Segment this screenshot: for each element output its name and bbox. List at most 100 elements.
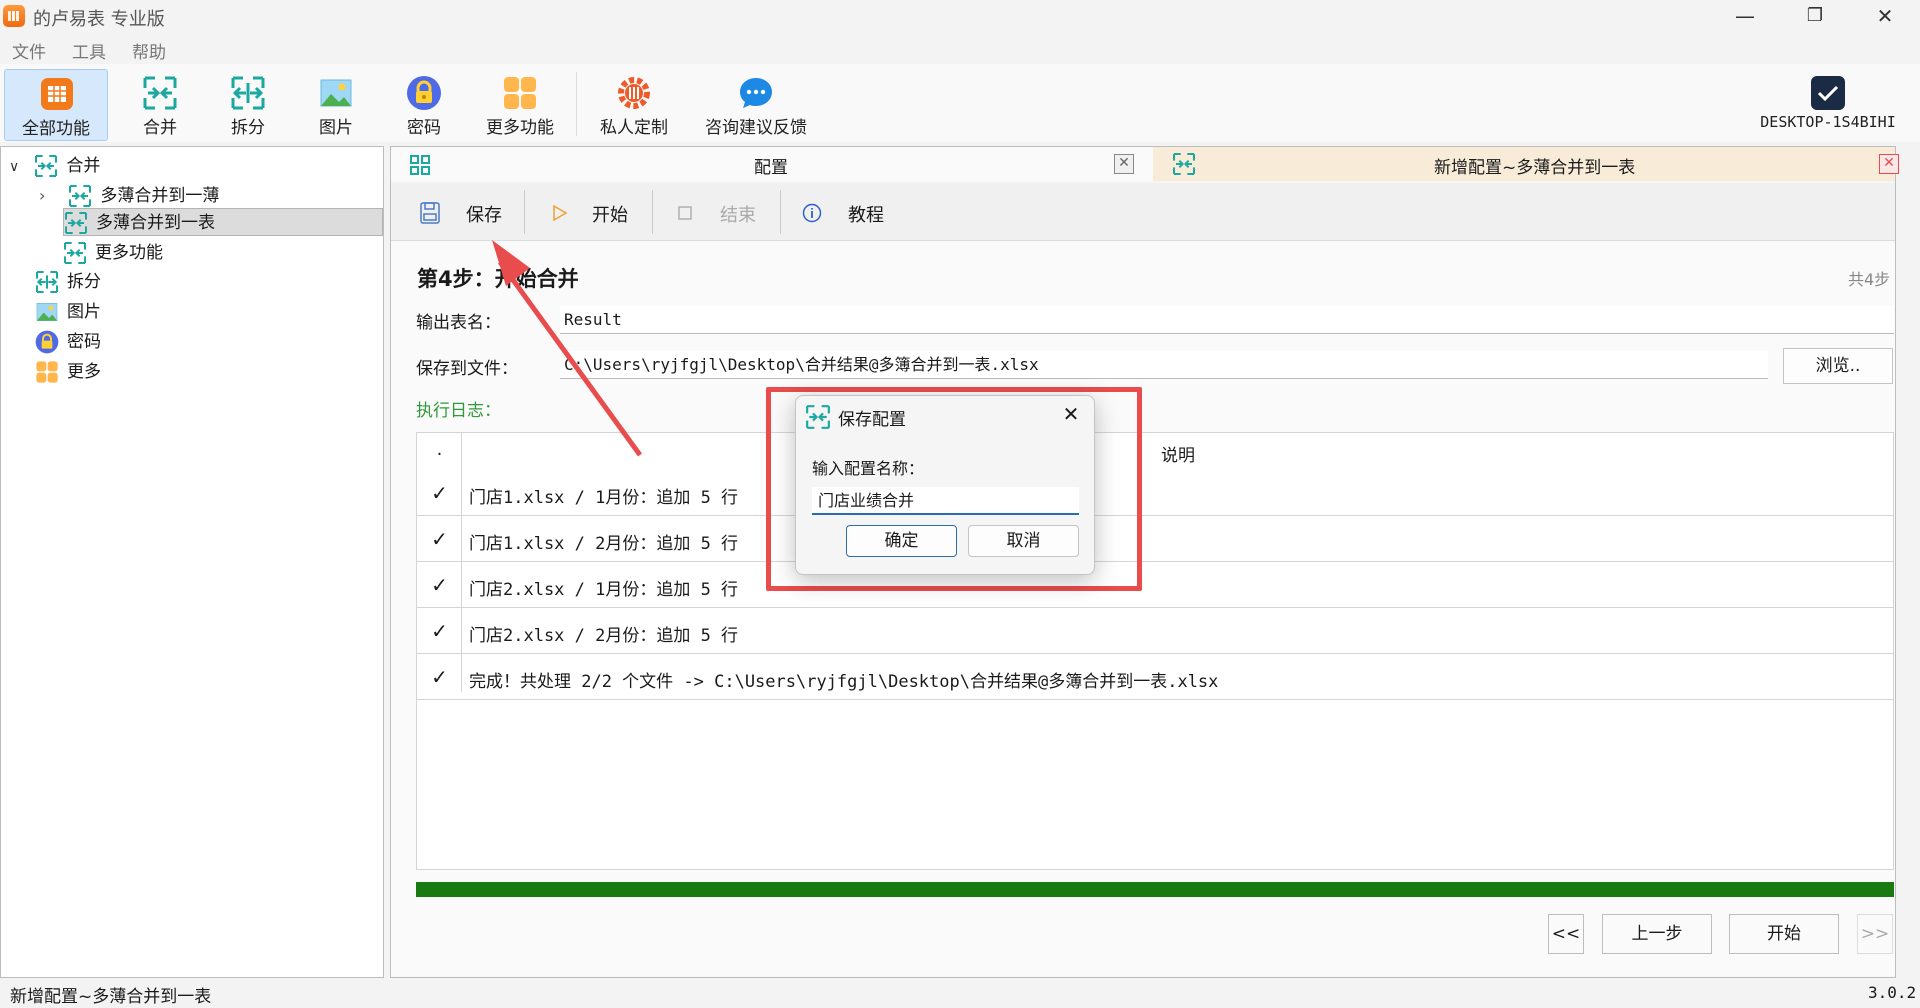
tab-new-config-label: 新增配置~多薄合并到一表 [1434,158,1636,178]
ribbon-feedback-button[interactable]: 咨询建议反馈 [694,69,818,141]
log-message: 门店2.xlsx / 1月份：追加 5 行 [469,580,739,600]
ribbon-separator [576,72,577,136]
ribbon-label: 更多功能 [486,118,554,138]
tree-node-label: 更多 [67,362,101,382]
stop-button[interactable]: 结束 [668,196,778,230]
log-message: 完成！共处理 2/2 个文件 -> C:\Users\ryjfgjl\Deskt… [469,672,1219,692]
tree-node-merge[interactable]: ∨ 合并 [9,152,100,180]
tree-node-merge-to-sheet[interactable]: 多薄合并到一表 [63,208,383,236]
log-message: 门店2.xlsx / 2月份：追加 5 行 [469,626,739,646]
tree-node-merge-to-book[interactable]: › 多薄合并到一薄 [39,182,219,210]
ribbon-all-features-button[interactable]: 全部功能 [4,69,108,141]
ribbon-label: 私人定制 [600,118,668,138]
menu-help[interactable]: 帮助 [132,38,166,63]
ribbon-more-features-button[interactable]: 更多功能 [470,69,570,141]
table-row[interactable]: ✓ 门店2.xlsx / 2月份：追加 5 行 [417,609,1893,654]
merge-icon [69,185,92,207]
log-header-index: . [436,439,443,460]
save-file-input[interactable]: C:\Users\ryjfgjl\Desktop\合并结果@多簿合并到一表.xl… [560,351,1768,379]
ribbon-password-button[interactable]: 密码 [374,69,474,141]
dialog-title: 保存配置 [838,410,906,430]
merge-icon [65,212,87,234]
ribbon-custom-button[interactable]: 私人定制 [584,69,684,141]
maximize-button[interactable]: ❐ [1780,0,1850,32]
ribbon-merge-button[interactable]: 合并 [110,69,210,141]
check-icon: ✓ [431,665,448,689]
tree-node-split[interactable]: 拆分 [35,268,101,296]
log-message: 门店1.xlsx / 1月份：追加 5 行 [469,488,739,508]
prev-step-button[interactable]: 上一步 [1602,914,1712,954]
split-icon [231,76,265,110]
collapse-chevron-icon[interactable]: › [39,182,63,210]
progress-bar [416,882,1894,897]
check-icon: ✓ [431,527,448,551]
tutorial-label: 教程 [848,205,884,226]
floppy-save-icon [420,202,440,224]
log-header-row: . 说明 [417,433,1893,471]
save-button[interactable]: 保存 [410,196,540,230]
tree-node-label: 拆分 [67,272,101,292]
tab-new-config-close-icon[interactable]: ✕ [1879,154,1899,174]
save-label: 保存 [466,205,502,226]
start-label: 开始 [592,205,628,226]
table-row[interactable]: ✓ 门店1.xlsx / 1月份：追加 5 行 [417,471,1893,516]
browse-button[interactable]: 浏览.. [1783,348,1893,384]
menu-file[interactable]: 文件 [12,38,46,63]
tree-node-password[interactable]: 密码 [35,328,101,356]
menu-tools[interactable]: 工具 [72,38,106,63]
ribbon-image-button[interactable]: 图片 [286,69,386,141]
table-row[interactable]: ✓ 门店1.xlsx / 2月份：追加 5 行 [417,517,1893,562]
merge-icon [143,76,177,110]
merge-icon [806,405,830,429]
start-step-button[interactable]: 开始 [1729,914,1839,954]
tree-node-label: 密码 [67,332,101,352]
table-row[interactable]: ✓ 完成！共处理 2/2 个文件 -> C:\Users\ryjfgjl\Des… [417,655,1893,700]
lock-icon [35,330,59,354]
output-sheet-input[interactable]: Result [560,306,1894,334]
log-table[interactable]: . 说明 ✓ 门店1.xlsx / 1月份：追加 5 行 ✓ 门店1.xlsx … [416,432,1894,870]
ribbon-split-button[interactable]: 拆分 [198,69,298,141]
info-icon [802,203,822,223]
table-row[interactable]: ✓ 门店2.xlsx / 1月份：追加 5 行 [417,563,1893,608]
menu-bar [0,32,1920,64]
cancel-button[interactable]: 取消 [968,525,1079,557]
feature-tree: ∨ 合并 › 多薄合并到一薄 多薄合并到一表 更多功能 拆分 图片 密码 更多 [0,146,384,978]
config-name-input[interactable]: 门店业绩合并 [812,487,1079,515]
dialog-close-button[interactable]: ✕ [1058,402,1084,428]
tutorial-button[interactable]: 教程 [796,196,916,230]
tree-node-label: 多薄合并到一薄 [100,186,220,206]
tree-node-image[interactable]: 图片 [35,298,101,326]
tab-config-close-icon[interactable]: ✕ [1114,154,1134,174]
tree-node-more[interactable]: 更多 [35,358,101,386]
ribbon-label: 全部功能 [22,119,90,139]
toolbar-separator [780,190,781,234]
app-logo-icon [3,5,25,27]
progress-fill [416,882,1894,897]
first-step-button[interactable]: << [1548,914,1584,954]
ribbon-device-button[interactable]: DESKTOP-1S4BIHI [1748,69,1908,141]
expand-chevron-icon[interactable]: ∨ [9,153,29,181]
split-icon [36,271,58,293]
step-total: 共4步 [1848,270,1891,289]
log-label: 执行日志： [416,401,501,421]
last-step-button[interactable]: >> [1857,914,1893,954]
close-button[interactable]: ✕ [1850,0,1920,32]
image-icon [320,79,352,107]
step-title: 第4步：开始合并 [417,267,579,291]
minimize-button[interactable]: — [1710,0,1780,32]
ribbon-label: 图片 [319,118,353,138]
merge-icon [1173,153,1195,175]
tree-node-label: 更多功能 [95,243,163,263]
toolbar-separator [524,190,525,234]
ribbon-label: 密码 [407,118,441,138]
tree-node-merge-more[interactable]: 更多功能 [63,239,163,267]
save-file-label: 保存到文件： [416,359,518,379]
toolbar-separator [652,190,653,234]
start-button[interactable]: 开始 [540,196,650,230]
check-icon: ✓ [431,481,448,505]
version-label: 3.0.2 [1868,983,1917,1002]
tree-node-label: 多薄合并到一表 [96,213,215,233]
grid-tab-icon [410,155,430,175]
grid-apps-icon [504,77,536,109]
ok-button[interactable]: 确定 [846,525,957,557]
